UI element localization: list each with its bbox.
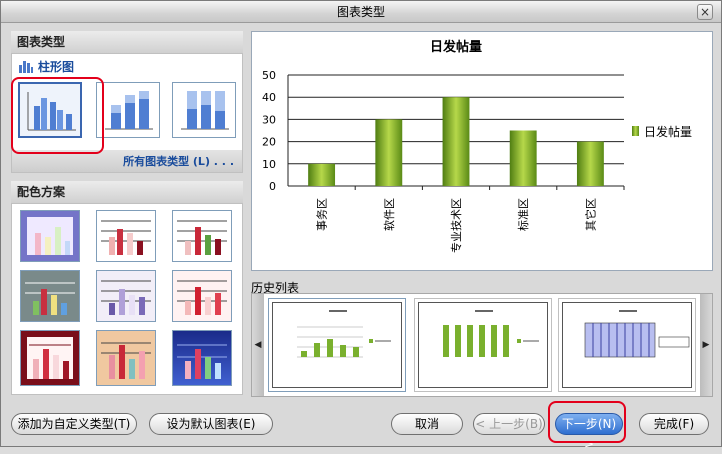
scheme-7-thumbnail <box>27 337 73 379</box>
history-item-2[interactable] <box>414 298 552 392</box>
history-thumbnail-2 <box>418 302 548 388</box>
legend-swatch <box>632 126 639 136</box>
chart-type-dialog: 图表类型 × 图表类型 柱形图 所有图表类型 (L) . . . 配色方案 日发… <box>0 0 722 451</box>
color-scheme-5[interactable] <box>96 270 156 322</box>
color-scheme-7[interactable] <box>20 330 80 386</box>
category-label: 柱形图 <box>38 59 75 74</box>
color-scheme-1[interactable] <box>20 210 80 262</box>
history-item-3[interactable] <box>558 298 696 392</box>
color-scheme-2[interactable] <box>96 210 156 262</box>
color-schemes-header: 配色方案 <box>11 181 243 203</box>
back-button[interactable]: < 上一步(B) <box>473 413 545 435</box>
scheme-1-thumbnail <box>27 217 73 255</box>
scheme-5-thumbnail <box>101 280 151 315</box>
history-scroll-right[interactable]: ▶ <box>700 294 712 396</box>
bar <box>442 97 470 186</box>
x-tick-label: 软件区 <box>382 198 396 231</box>
y-tick-label: 30 <box>262 113 276 126</box>
y-tick-label: 40 <box>262 91 276 104</box>
y-tick-label: 50 <box>262 69 276 82</box>
stacked-column-thumbnail <box>105 91 153 130</box>
x-tick-label: 事务区 <box>316 198 329 231</box>
finish-button[interactable]: 完成(F) <box>639 413 709 435</box>
cancel-button[interactable]: 取消 <box>391 413 463 435</box>
scheme-8-thumbnail <box>101 342 151 379</box>
bar <box>509 130 537 186</box>
chart-subtype-stacked[interactable] <box>96 82 160 138</box>
history-thumbnail-3 <box>562 302 692 388</box>
legend-label: 日发帖量 <box>644 124 692 139</box>
history-thumbnail-1 <box>272 302 402 388</box>
color-schemes-panel <box>11 203 243 395</box>
scheme-4-thumbnail <box>25 282 75 315</box>
x-tick-label: 专业技术区 <box>449 198 463 253</box>
scheme-3-thumbnail <box>177 220 227 255</box>
y-tick-label: 0 <box>269 180 276 193</box>
title-bar: 图表类型 × <box>1 1 721 23</box>
all-chart-types-link[interactable]: 所有图表类型 (L) . . . <box>123 155 234 168</box>
set-default-chart-button[interactable]: 设为默认图表(E) <box>149 413 273 435</box>
x-tick-label: 其它区 <box>583 198 597 231</box>
percent-stacked-column-thumbnail <box>181 91 229 130</box>
column-chart-icon <box>19 61 33 73</box>
color-scheme-4[interactable] <box>20 270 80 322</box>
chart-preview-panel: 日发帖量 0 10 20 30 40 50 事务区 软件区 专业技术区 标准区 其它区 日发帖量 <box>251 31 713 271</box>
color-scheme-6[interactable] <box>172 270 232 322</box>
scheme-2-thumbnail <box>101 220 151 255</box>
preview-chart: 日发帖量 0 10 20 30 40 50 事务区 软件区 专业技术区 标准区 其它区 日发帖量 <box>262 39 692 253</box>
bar <box>308 163 336 186</box>
color-scheme-9[interactable] <box>172 330 232 386</box>
history-panel: ◀ ▶ <box>251 293 713 397</box>
add-custom-type-button[interactable]: 添加为自定义类型(T) <box>11 413 137 435</box>
y-tick-label: 20 <box>262 136 276 149</box>
chart-types-header: 图表类型 <box>11 31 243 53</box>
bar <box>576 141 604 186</box>
history-scroll-left[interactable]: ◀ <box>252 294 264 396</box>
chart-subtype-percent-stacked[interactable] <box>172 82 236 138</box>
color-scheme-8[interactable] <box>96 330 156 386</box>
close-icon[interactable]: × <box>697 4 713 20</box>
dialog-title: 图表类型 <box>336 5 385 19</box>
color-scheme-3[interactable] <box>172 210 232 262</box>
history-item-1[interactable] <box>268 298 406 392</box>
category-row[interactable]: 柱形图 <box>18 58 74 74</box>
scheme-9-thumbnail <box>177 344 227 379</box>
bar <box>375 119 403 186</box>
next-button-highlight <box>548 401 626 443</box>
selection-highlight <box>11 77 104 154</box>
scheme-6-thumbnail <box>177 280 227 315</box>
x-tick-label: 标准区 <box>516 198 530 231</box>
chart-title: 日发帖量 <box>430 39 482 55</box>
y-tick-label: 10 <box>262 158 276 171</box>
